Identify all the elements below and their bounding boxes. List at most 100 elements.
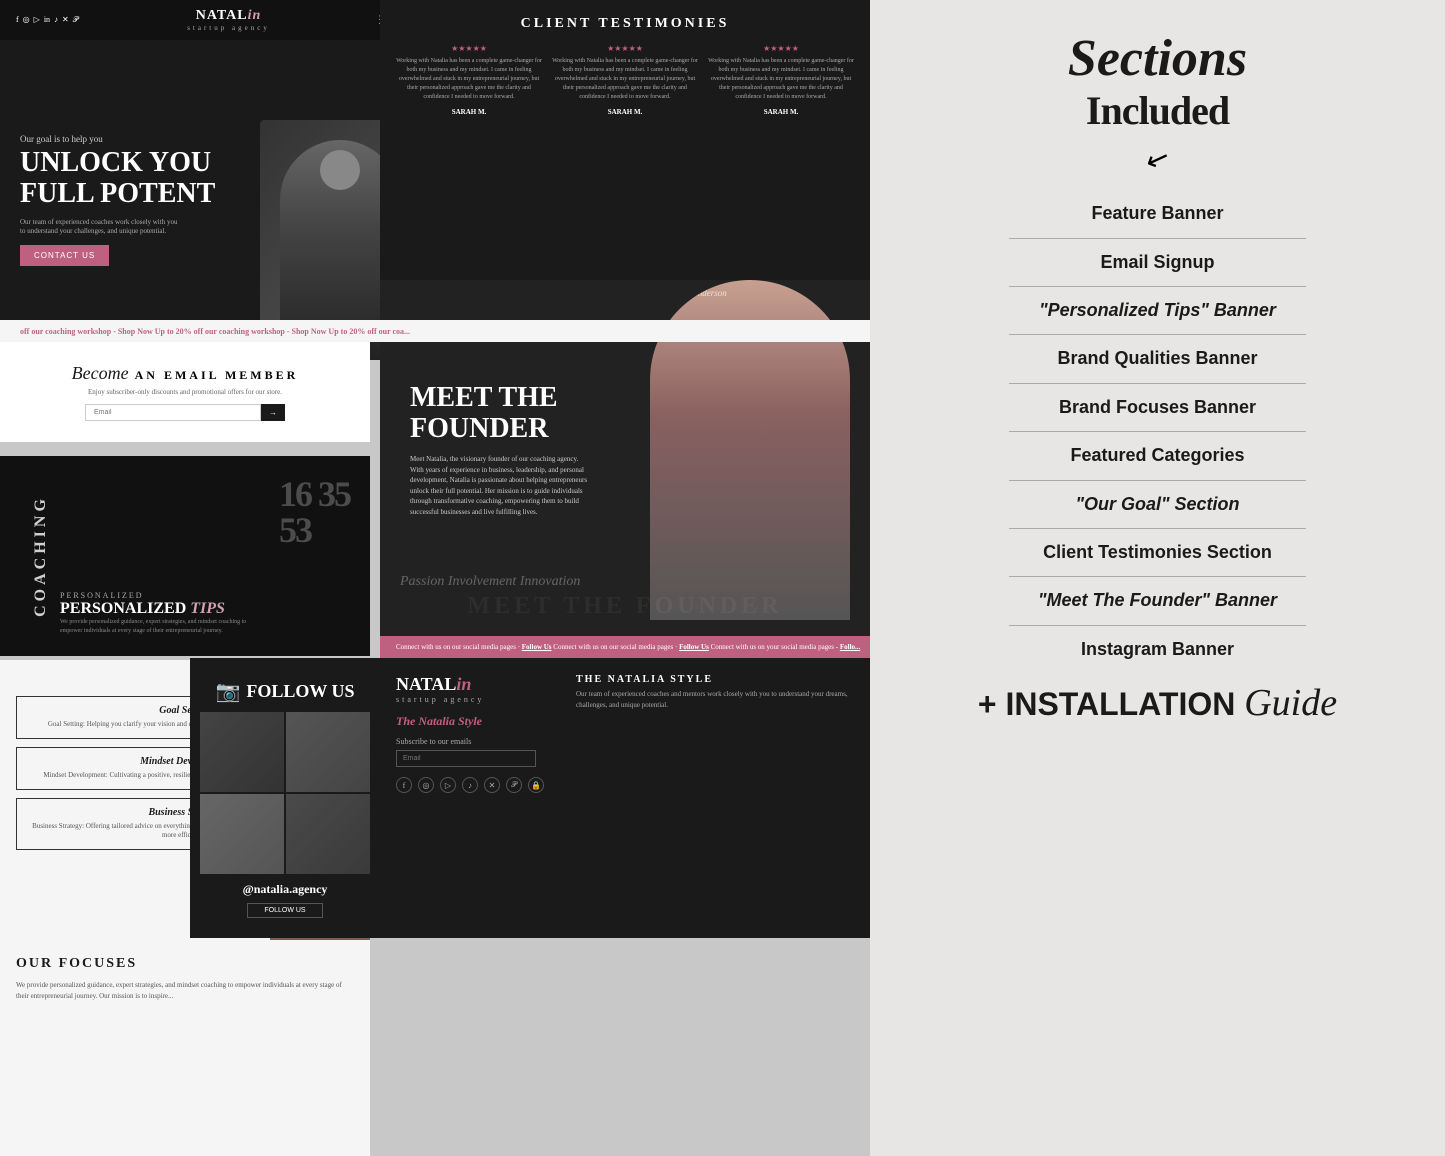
footer-ig[interactable]: ◎ — [418, 777, 434, 793]
hero-cta-button[interactable]: CONTACT US — [20, 245, 109, 266]
announce-middle: Up to 20% off our coaching workshop - — [155, 327, 292, 336]
shop-now-link2[interactable]: Shop Now — [292, 327, 327, 336]
testimony-2: ★★★★★ Working with Natalia has been a co… — [552, 44, 698, 116]
founder-headline: MEET THE FOUNDER — [410, 383, 590, 445]
testimonies-section: CLIENT TESTIMONIES ★★★★★ Working with Na… — [380, 0, 870, 280]
instagram-follow-title: FOLLOW US — [246, 681, 354, 702]
follow-us-link-2[interactable]: Follow Us — [679, 643, 709, 651]
footer-lock[interactable]: 🔒 — [528, 777, 544, 793]
stars-3: ★★★★★ — [708, 44, 854, 53]
email-submit-button[interactable]: → — [261, 404, 285, 421]
follow-us-link[interactable]: Follow Us — [522, 643, 552, 651]
social-bar: Connect with us on our social media page… — [380, 636, 870, 658]
hero-goal-text: Our goal is to help you — [20, 134, 215, 144]
divider-3 — [1009, 334, 1306, 335]
footer-yt[interactable]: ▷ — [440, 777, 456, 793]
social-bar-prefix-2: Connect with us on our social media page… — [553, 643, 679, 651]
email-title-row: Become AN EMAIL MEMBER — [72, 363, 299, 384]
section-brand-focuses: Brand Focuses Banner — [910, 396, 1405, 419]
hero-description: Our team of experienced coaches work clo… — [20, 218, 180, 238]
personalized-label: PERSONALIZED — [60, 591, 360, 600]
guide-script: Guide — [1244, 682, 1337, 724]
footer-logo-area: NATALin startup agency The Natalia Style… — [396, 674, 556, 922]
footer-logo-italic: in — [456, 674, 471, 694]
instagram-handle: @natalia.agency — [243, 882, 328, 897]
instagram-follow-section: 📷 FOLLOW US @natalia.agency FOLLOW US — [190, 658, 380, 938]
divider-2 — [1009, 286, 1306, 287]
site-logo: NATALin — [187, 8, 270, 24]
follow-us-link-3[interactable]: Follo... — [840, 643, 860, 651]
footer-x[interactable]: ✕ — [484, 777, 500, 793]
left-panel: f ◎ ▷ in ♪ ✕ 𝒫 NATALin startup agency ☰ … — [0, 0, 870, 1156]
footer-logo: NATALin — [396, 674, 556, 695]
arrow-container: ↙ — [910, 142, 1405, 176]
divider-9 — [1009, 625, 1306, 626]
li-icon[interactable]: in — [44, 15, 50, 25]
ig-icon[interactable]: ◎ — [23, 15, 30, 25]
instagram-grid — [200, 712, 370, 874]
announcement-bar: off our coaching workshop - Shop Now Up … — [0, 320, 870, 342]
logo-container: NATALin startup agency — [187, 8, 270, 32]
focuses-section: OUR FOCUSES We provide personalized guid… — [0, 940, 370, 1156]
coaching-numbers: 16 3553 — [279, 476, 350, 548]
tt-icon[interactable]: ♪ — [54, 15, 58, 25]
p-icon[interactable]: 𝒫 — [73, 15, 79, 25]
founder-section: MEET THE FOUNDER Meet Natalia, the visio… — [380, 260, 870, 640]
instagram-icon: 📷 — [215, 679, 240, 704]
founder-watermark: MEET THE FOUNDER — [380, 593, 870, 620]
shop-now-link1[interactable]: Shop Now — [118, 327, 153, 336]
hero-text: Our goal is to help you UNLOCK YOU FULL … — [20, 134, 215, 266]
footer-tagline: The Natalia Style — [396, 714, 556, 729]
sections-normal-title: Included — [910, 87, 1405, 134]
founder-headline-line2: FOUNDER — [410, 414, 590, 445]
footer-fb[interactable]: f — [396, 777, 412, 793]
divider-5 — [1009, 431, 1306, 432]
testimony-author-3: SARAH M. — [708, 108, 854, 116]
yt-icon[interactable]: ▷ — [34, 15, 40, 25]
announce-text: off our coaching workshop - Shop Now Up … — [0, 327, 430, 336]
testimony-author-1: SARAH M. — [396, 108, 542, 116]
headline-line2: FULL POTENT — [20, 179, 215, 210]
testimony-text-2: Working with Natalia has been a complete… — [552, 57, 698, 102]
testimony-text-1: Working with Natalia has been a complete… — [396, 57, 542, 102]
founder-text-area: MEET THE FOUNDER Meet Natalia, the visio… — [380, 353, 620, 548]
installation-line: + INSTALLATION Guide — [910, 681, 1405, 725]
divider-6 — [1009, 480, 1306, 481]
decorative-arrow: ↙ — [1141, 139, 1175, 179]
social-bar-prefix-3: Connect with us on your social media pag… — [711, 643, 840, 651]
testimony-3: ★★★★★ Working with Natalia has been a co… — [708, 44, 854, 116]
x-icon[interactable]: ✕ — [62, 15, 69, 25]
founder-headline-line1: MEET THE — [410, 383, 590, 414]
fb-icon[interactable]: f — [16, 15, 19, 25]
insta-cell-3 — [200, 794, 284, 874]
hero-headline: UNLOCK YOU FULL POTENT — [20, 148, 215, 210]
email-signup-section: Become AN EMAIL MEMBER Enjoy subscriber-… — [0, 342, 370, 442]
insta-cell-2 — [286, 712, 370, 792]
coaching-sidebar-label: COACHING — [32, 495, 50, 617]
sections-title-area: Sections Included — [910, 30, 1405, 134]
announce-prefix: off our coaching workshop - — [20, 327, 118, 336]
installation-area: + INSTALLATION Guide — [910, 681, 1405, 725]
site-logo-sub: startup agency — [187, 24, 270, 32]
footer-email-label: Subscribe to our emails — [396, 737, 556, 746]
email-script-title: Become — [72, 363, 129, 384]
founder-tagline: Passion Involvement Innovation — [400, 574, 580, 590]
section-our-goal: "Our Goal" Section — [910, 493, 1405, 516]
footer-pi[interactable]: 𝒫 — [506, 777, 522, 793]
footer-tt[interactable]: ♪ — [462, 777, 478, 793]
testimonies-title: CLIENT TESTIMONIES — [396, 16, 854, 32]
email-input-field[interactable] — [85, 404, 261, 421]
testimony-text-3: Working with Natalia has been a complete… — [708, 57, 854, 102]
instagram-follow-button[interactable]: FOLLOW US — [247, 903, 322, 918]
sections-list: Feature Banner Email Signup "Personalize… — [910, 202, 1405, 661]
insta-cell-4 — [286, 794, 370, 874]
footer-site-preview: NATALin startup agency The Natalia Style… — [380, 658, 870, 938]
section-brand-qualities: Brand Qualities Banner — [910, 347, 1405, 370]
social-icons-row: f ◎ ▷ in ♪ ✕ 𝒫 — [16, 15, 79, 25]
tips-italic: TIPS — [190, 600, 225, 617]
hero-section: f ◎ ▷ in ♪ ✕ 𝒫 NATALin startup agency ☰ … — [0, 0, 420, 360]
right-panel: Sections Included ↙ Feature Banner Email… — [870, 0, 1445, 1156]
footer-email-input[interactable] — [396, 750, 536, 767]
footer-brand-name: The Natalia Style — [576, 674, 854, 685]
site-navigation: f ◎ ▷ in ♪ ✕ 𝒫 NATALin startup agency ☰ … — [0, 0, 420, 40]
